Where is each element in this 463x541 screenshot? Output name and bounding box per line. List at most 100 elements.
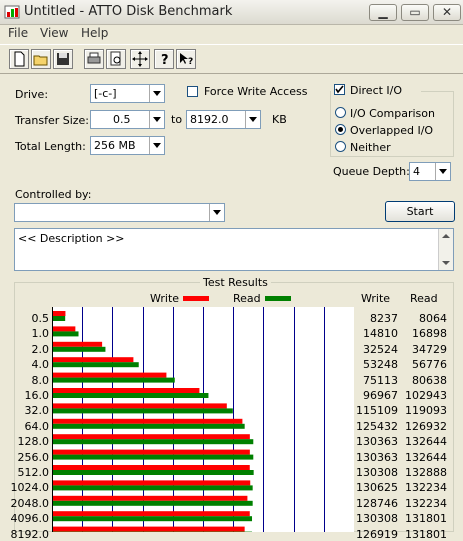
description-scrollbar[interactable] [438,229,453,270]
transfer-size-tick-label: 8.0 [32,374,50,387]
close-button[interactable]: ✕ [433,4,461,21]
chevron-down-icon[interactable] [435,163,450,180]
read-bar [53,439,253,444]
write-bar [53,434,250,439]
kb-label: KB [272,113,287,126]
direct-io-checkbox[interactable] [334,84,345,95]
write-value-label: 130625 [356,481,398,494]
queue-depth-label: Queue Depth: [333,165,410,178]
move-icon[interactable] [130,49,150,69]
transfer-size-tick-label: 2048.0 [11,497,50,510]
overlapped-io-radio[interactable] [335,124,346,135]
total-length-select[interactable]: 256 MB [90,136,165,155]
transfer-to-select[interactable]: 8192.0 [186,110,261,129]
queue-depth-value: 4 [413,165,420,178]
queue-depth-select[interactable]: 4 [409,162,451,181]
write-bar [53,450,250,455]
write-column-header: Write [361,292,390,305]
maximize-button[interactable]: ▭ [401,4,429,21]
write-value-label: 125432 [356,420,398,433]
write-bar [53,419,242,424]
title-bar[interactable]: Untitled - ATTO Disk Benchmark ▁ ▭ ✕ [0,0,463,25]
read-bar [53,408,233,413]
write-bar [53,496,247,501]
read-bar [53,393,208,398]
results-chart-svg [52,307,354,532]
transfer-to-value: 8192.0 [190,113,229,126]
transfer-size-tick-label: 8192.0 [11,528,50,541]
read-value-label: 132888 [405,466,447,479]
minimize-button[interactable]: ▁ [369,4,397,21]
svg-text:?: ? [161,53,169,68]
transfer-size-tick-label: 1.0 [32,327,50,340]
read-value-label: 132234 [405,481,447,494]
transfer-size-tick-label: 2.0 [32,343,50,356]
overlapped-io-label: Overlapped I/O [350,124,433,137]
total-length-value: 256 MB [94,139,136,152]
read-bar [53,470,254,475]
context-help-icon[interactable]: ? [176,49,196,69]
chevron-down-icon[interactable] [149,85,164,102]
transfer-size-tick-label: 128.0 [18,435,50,448]
menu-file[interactable]: File [8,26,28,40]
read-bar [53,485,253,490]
write-bar [53,465,250,470]
help-icon[interactable]: ? [154,49,174,69]
read-bar [53,501,253,506]
window-title: Untitled - ATTO Disk Benchmark [24,4,232,19]
save-icon[interactable] [53,49,73,69]
chevron-down-icon[interactable] [209,204,224,221]
controlled-by-select[interactable] [14,203,225,222]
read-value-label: 80638 [412,374,447,387]
read-value-label: 132644 [405,435,447,448]
open-icon[interactable] [31,49,51,69]
read-value-label: 8064 [419,312,447,325]
transfer-size-tick-label: 16.0 [25,389,50,402]
controlled-by-label: Controlled by: [15,188,91,201]
write-legend-label: Write [150,292,179,305]
drive-select[interactable]: [-c-] [90,84,165,103]
chevron-down-icon[interactable] [149,137,164,154]
menu-view[interactable]: View [40,26,68,40]
total-length-label: Total Length: [15,140,86,153]
transfer-from-value: 0.5 [113,113,131,126]
read-value-label: 126932 [405,420,447,433]
transfer-size-tick-label: 32.0 [25,404,50,417]
read-bar [53,362,139,367]
drive-value: [-c-] [94,87,117,100]
neither-radio[interactable] [335,141,346,152]
read-value-label: 102943 [405,389,447,402]
write-value-label: 130308 [356,466,398,479]
read-value-label: 132234 [405,497,447,510]
print-preview-icon[interactable] [106,49,126,69]
read-bar [53,316,65,321]
write-bar [53,511,250,516]
menu-help[interactable]: Help [81,26,108,40]
read-column-header: Read [410,292,438,305]
write-value-label: 130363 [356,435,398,448]
io-comparison-label: I/O Comparison [350,107,435,120]
print-icon[interactable] [84,49,104,69]
chevron-down-icon[interactable] [149,111,164,128]
read-value-label: 131801 [405,528,447,541]
write-value-label: 96967 [363,389,398,402]
write-value-label: 53248 [363,358,398,371]
transfer-size-tick-label: 1024.0 [11,481,50,494]
menu-bar: File View Help [0,24,463,43]
transfer-size-tick-label: 4.0 [32,358,50,371]
transfer-size-tick-label: 512.0 [18,466,50,479]
write-value-label: 8237 [370,312,398,325]
description-textarea[interactable]: << Description >> [14,228,454,271]
transfer-size-tick-label: 256.0 [18,451,50,464]
write-bar [53,403,227,408]
start-button[interactable]: Start [385,201,455,222]
io-comparison-radio[interactable] [335,107,346,118]
read-legend-swatch [265,296,291,301]
chevron-down-icon[interactable] [245,111,260,128]
write-bar [53,527,245,532]
transfer-from-select[interactable]: 0.5 [90,110,165,129]
to-label: to [171,113,182,126]
force-write-checkbox[interactable] [187,86,198,97]
new-icon[interactable] [9,49,29,69]
read-bar [53,347,105,352]
